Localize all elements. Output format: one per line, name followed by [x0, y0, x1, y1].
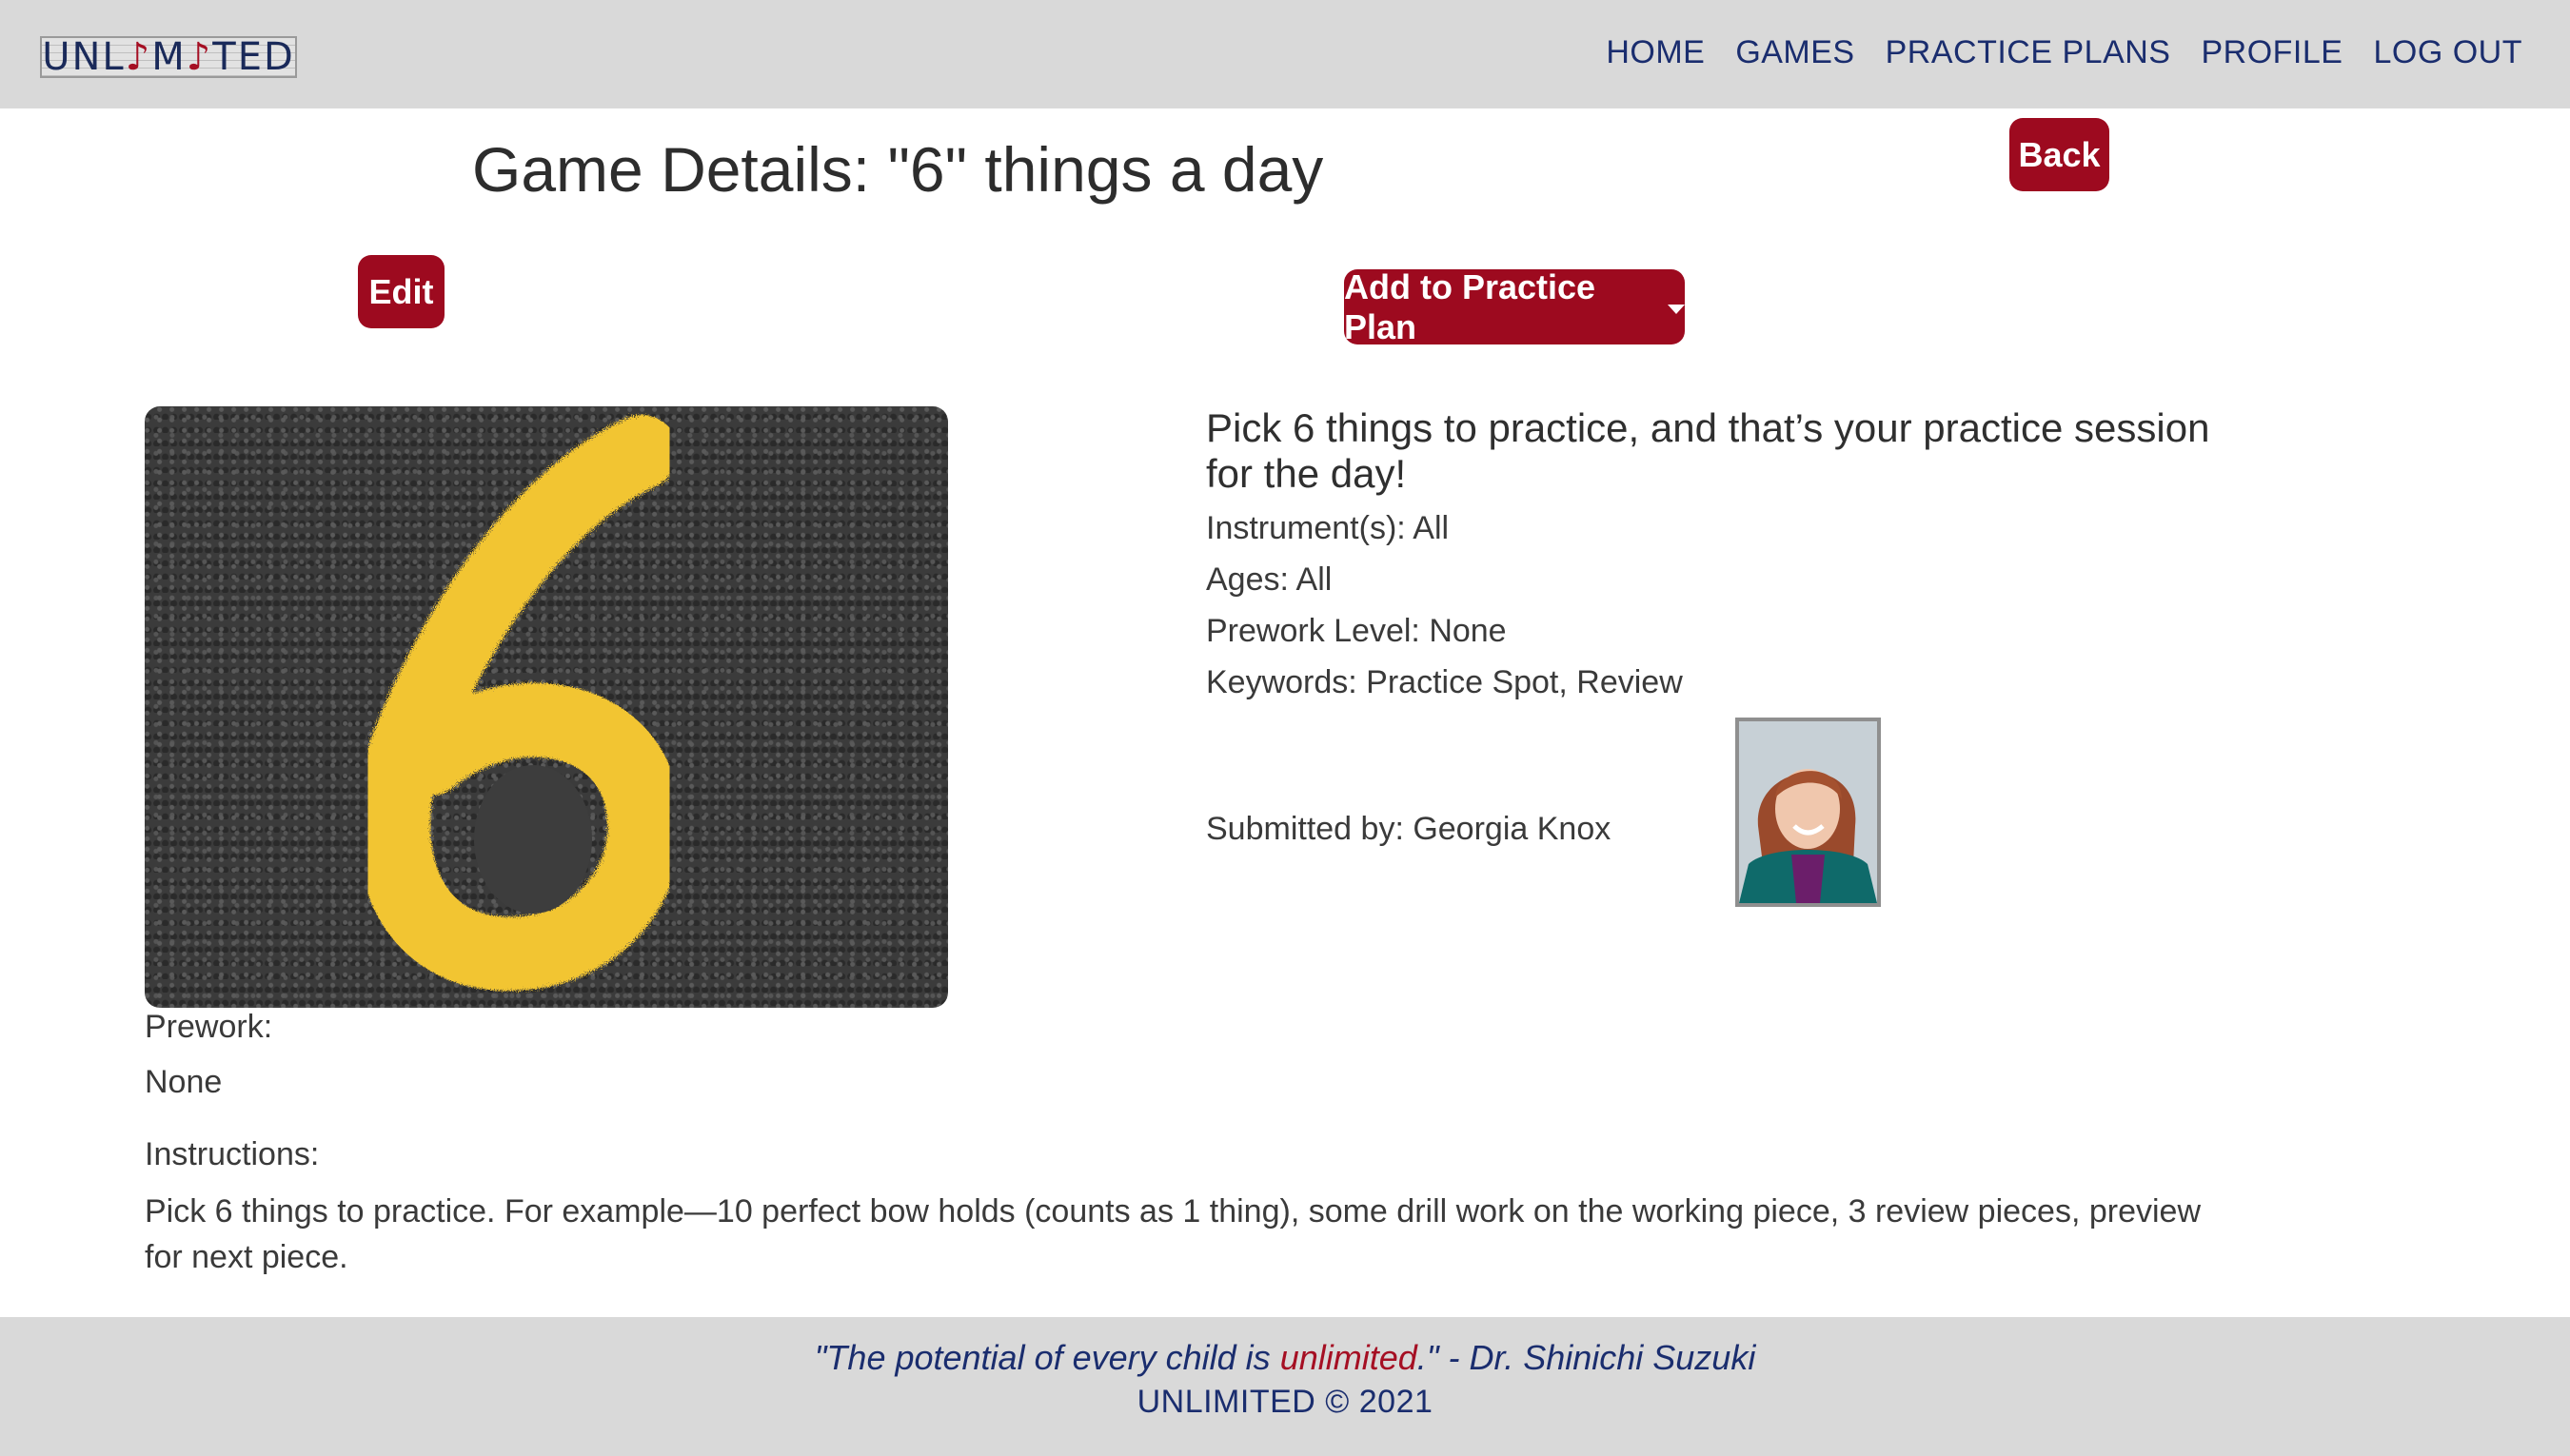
quote-text-end: ." - Dr. Shinichi Suzuki [1416, 1338, 1756, 1377]
quote-highlight: unlimited [1279, 1338, 1417, 1377]
number-six-illustration [356, 415, 682, 992]
game-keywords: Keywords: Practice Spot, Review [1206, 664, 1683, 700]
nav-link-games[interactable]: GAMES [1735, 34, 1854, 71]
game-ages: Ages: All [1206, 561, 1333, 598]
game-submitted-by: Submitted by: Georgia Knox [1206, 811, 1611, 847]
submitter-avatar [1735, 718, 1881, 907]
instructions-label: Instructions: [145, 1136, 320, 1172]
nav-link-log-out[interactable]: LOG OUT [2373, 34, 2522, 71]
logo-text-end: TED [212, 36, 295, 78]
top-navbar: UNL ♪ M ♪ TED HOME GAMES PRACTICE PLANS PROF… [0, 0, 2570, 108]
nav-link-practice-plans[interactable]: PRACTICE PLANS [1886, 34, 2171, 71]
music-note-icon: ♪ [186, 36, 213, 78]
main-nav: HOME GAMES PRACTICE PLANS PROFILE LOG OU… [1606, 34, 2522, 71]
game-summary: Pick 6 things to practice, and that’s yo… [1206, 405, 2210, 496]
logo-text-mid: M [151, 36, 187, 78]
nav-link-profile[interactable]: PROFILE [2201, 34, 2343, 71]
page-title: Game Details: "6" things a day [472, 134, 1324, 205]
game-image [145, 406, 948, 1008]
logo-text-start: UNL [42, 36, 126, 78]
prework-value: None [145, 1064, 223, 1100]
instructions-value: Pick 6 things to practice. For example—1… [145, 1193, 2201, 1275]
back-button[interactable]: Back [2009, 118, 2109, 191]
footer-copyright: UNLIMITED © 2021 [1137, 1384, 1433, 1420]
nav-link-home[interactable]: HOME [1606, 34, 1705, 71]
quote-text-start: "The potential of every child is [814, 1338, 1280, 1377]
person-portrait-icon [1739, 721, 1877, 903]
footer: "The potential of every child is unlimit… [0, 1317, 2570, 1456]
footer-quote: "The potential of every child is unlimit… [0, 1338, 2570, 1378]
caret-down-icon [1668, 304, 1685, 314]
site-logo[interactable]: UNL ♪ M ♪ TED [40, 36, 297, 78]
prework-label: Prework: [145, 1009, 273, 1045]
music-note-icon: ♪ [125, 36, 152, 78]
game-instruments: Instrument(s): All [1206, 510, 1450, 546]
edit-button[interactable]: Edit [358, 255, 445, 328]
game-prework-level: Prework Level: None [1206, 613, 1507, 649]
add-to-practice-plan-label: Add to Practice Plan [1344, 266, 1596, 346]
add-to-practice-plan-dropdown[interactable]: Add to Practice Plan [1344, 266, 1685, 346]
